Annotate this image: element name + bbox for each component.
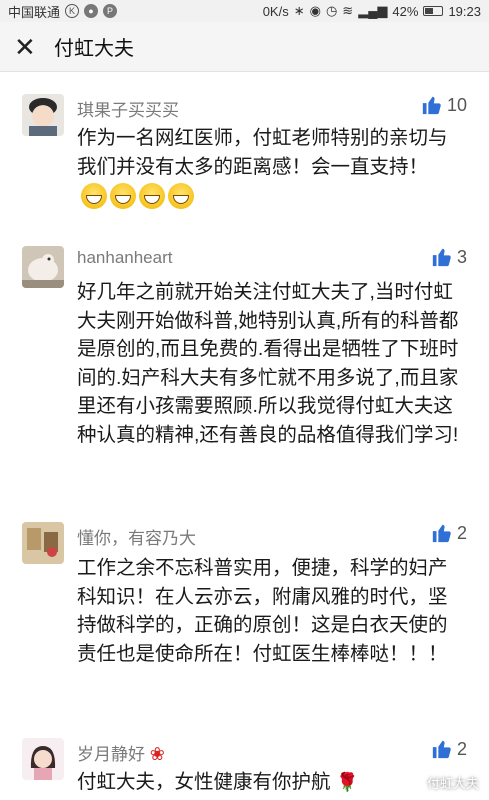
comment-username[interactable]: hanhanheart (77, 248, 172, 268)
thumbs-up-icon (422, 96, 441, 115)
like-button[interactable]: 10 (421, 94, 467, 116)
p-icon: P (103, 4, 118, 18)
app-icon: ● (84, 4, 99, 18)
carrier-label: 中国联通 (8, 4, 61, 20)
avatar[interactable] (22, 94, 64, 136)
grin-emoji-group (81, 182, 194, 209)
grin-icon (139, 182, 165, 209)
thumbs-up-icon (432, 740, 451, 759)
battery-percent: 42% (392, 3, 419, 19)
thumbs-up-icon (432, 524, 451, 543)
like-count: 2 (456, 738, 467, 759)
grin-icon (81, 182, 107, 209)
like-button[interactable]: 2 (431, 522, 467, 544)
grin-icon (110, 182, 136, 209)
wifi-icon: ≋ (342, 3, 354, 18)
comment-username[interactable]: 琪果子买买买 (77, 96, 179, 121)
comment-list[interactable]: 琪果子买买买 10 作为一名网红医师，付虹老师特别的亲切与我们并没有太多的距离感… (0, 88, 489, 800)
avatar[interactable] (22, 522, 64, 564)
avatar[interactable] (22, 738, 64, 780)
like-count: 2 (456, 522, 467, 543)
nav-bar: ✕ 付虹大夫 (0, 22, 489, 72)
rose-icon: ❀ (149, 744, 165, 764)
alarm-icon: ◷ (325, 3, 338, 18)
network-speed: 0K/s (262, 3, 289, 19)
comment-username[interactable]: 懂你，有容乃大 (77, 524, 196, 549)
like-button[interactable]: 2 (431, 738, 467, 760)
like-button[interactable]: 3 (431, 246, 467, 268)
thumbs-up-icon (432, 248, 451, 267)
avatar[interactable] (22, 246, 64, 288)
like-count: 3 (456, 246, 467, 267)
watermark: 付虹大夫 (404, 773, 479, 792)
k-icon: K (65, 4, 80, 18)
comment-text: 作为一名网红医师，付虹老师特别的亲切与我们并没有太多的距离感！会一直支持！ (77, 124, 465, 210)
close-icon[interactable]: ✕ (14, 34, 54, 60)
status-bar: 中国联通 K ● P 0K/s ∗ ◉ ◷ ≋ ▂▄▆ 42% 19:23 (0, 0, 489, 22)
page-title: 付虹大夫 (54, 38, 134, 60)
clock: 19:23 (448, 3, 481, 19)
battery-icon (423, 6, 444, 16)
wechat-icon (404, 773, 423, 792)
comment-text: 好几年之前就开始关注付虹大夫了,当时付虹大夫刚开始做科普,她特别认真,所有的科普… (77, 281, 459, 446)
like-count: 10 (446, 94, 467, 115)
grin-icon (168, 182, 194, 209)
rose-icon: 🌹 (335, 772, 359, 792)
bluetooth-icon: ∗ (293, 3, 305, 18)
comment-text: 工作之余不忘科普实用，便捷，科学的妇产科知识！在人云亦云，附庸风雅的时代，坚持做… (77, 557, 448, 665)
eye-icon: ◉ (309, 3, 321, 18)
signal-icon: ▂▄▆ (358, 3, 388, 18)
comment-username[interactable]: 岁月静好 ❀ (77, 740, 165, 765)
